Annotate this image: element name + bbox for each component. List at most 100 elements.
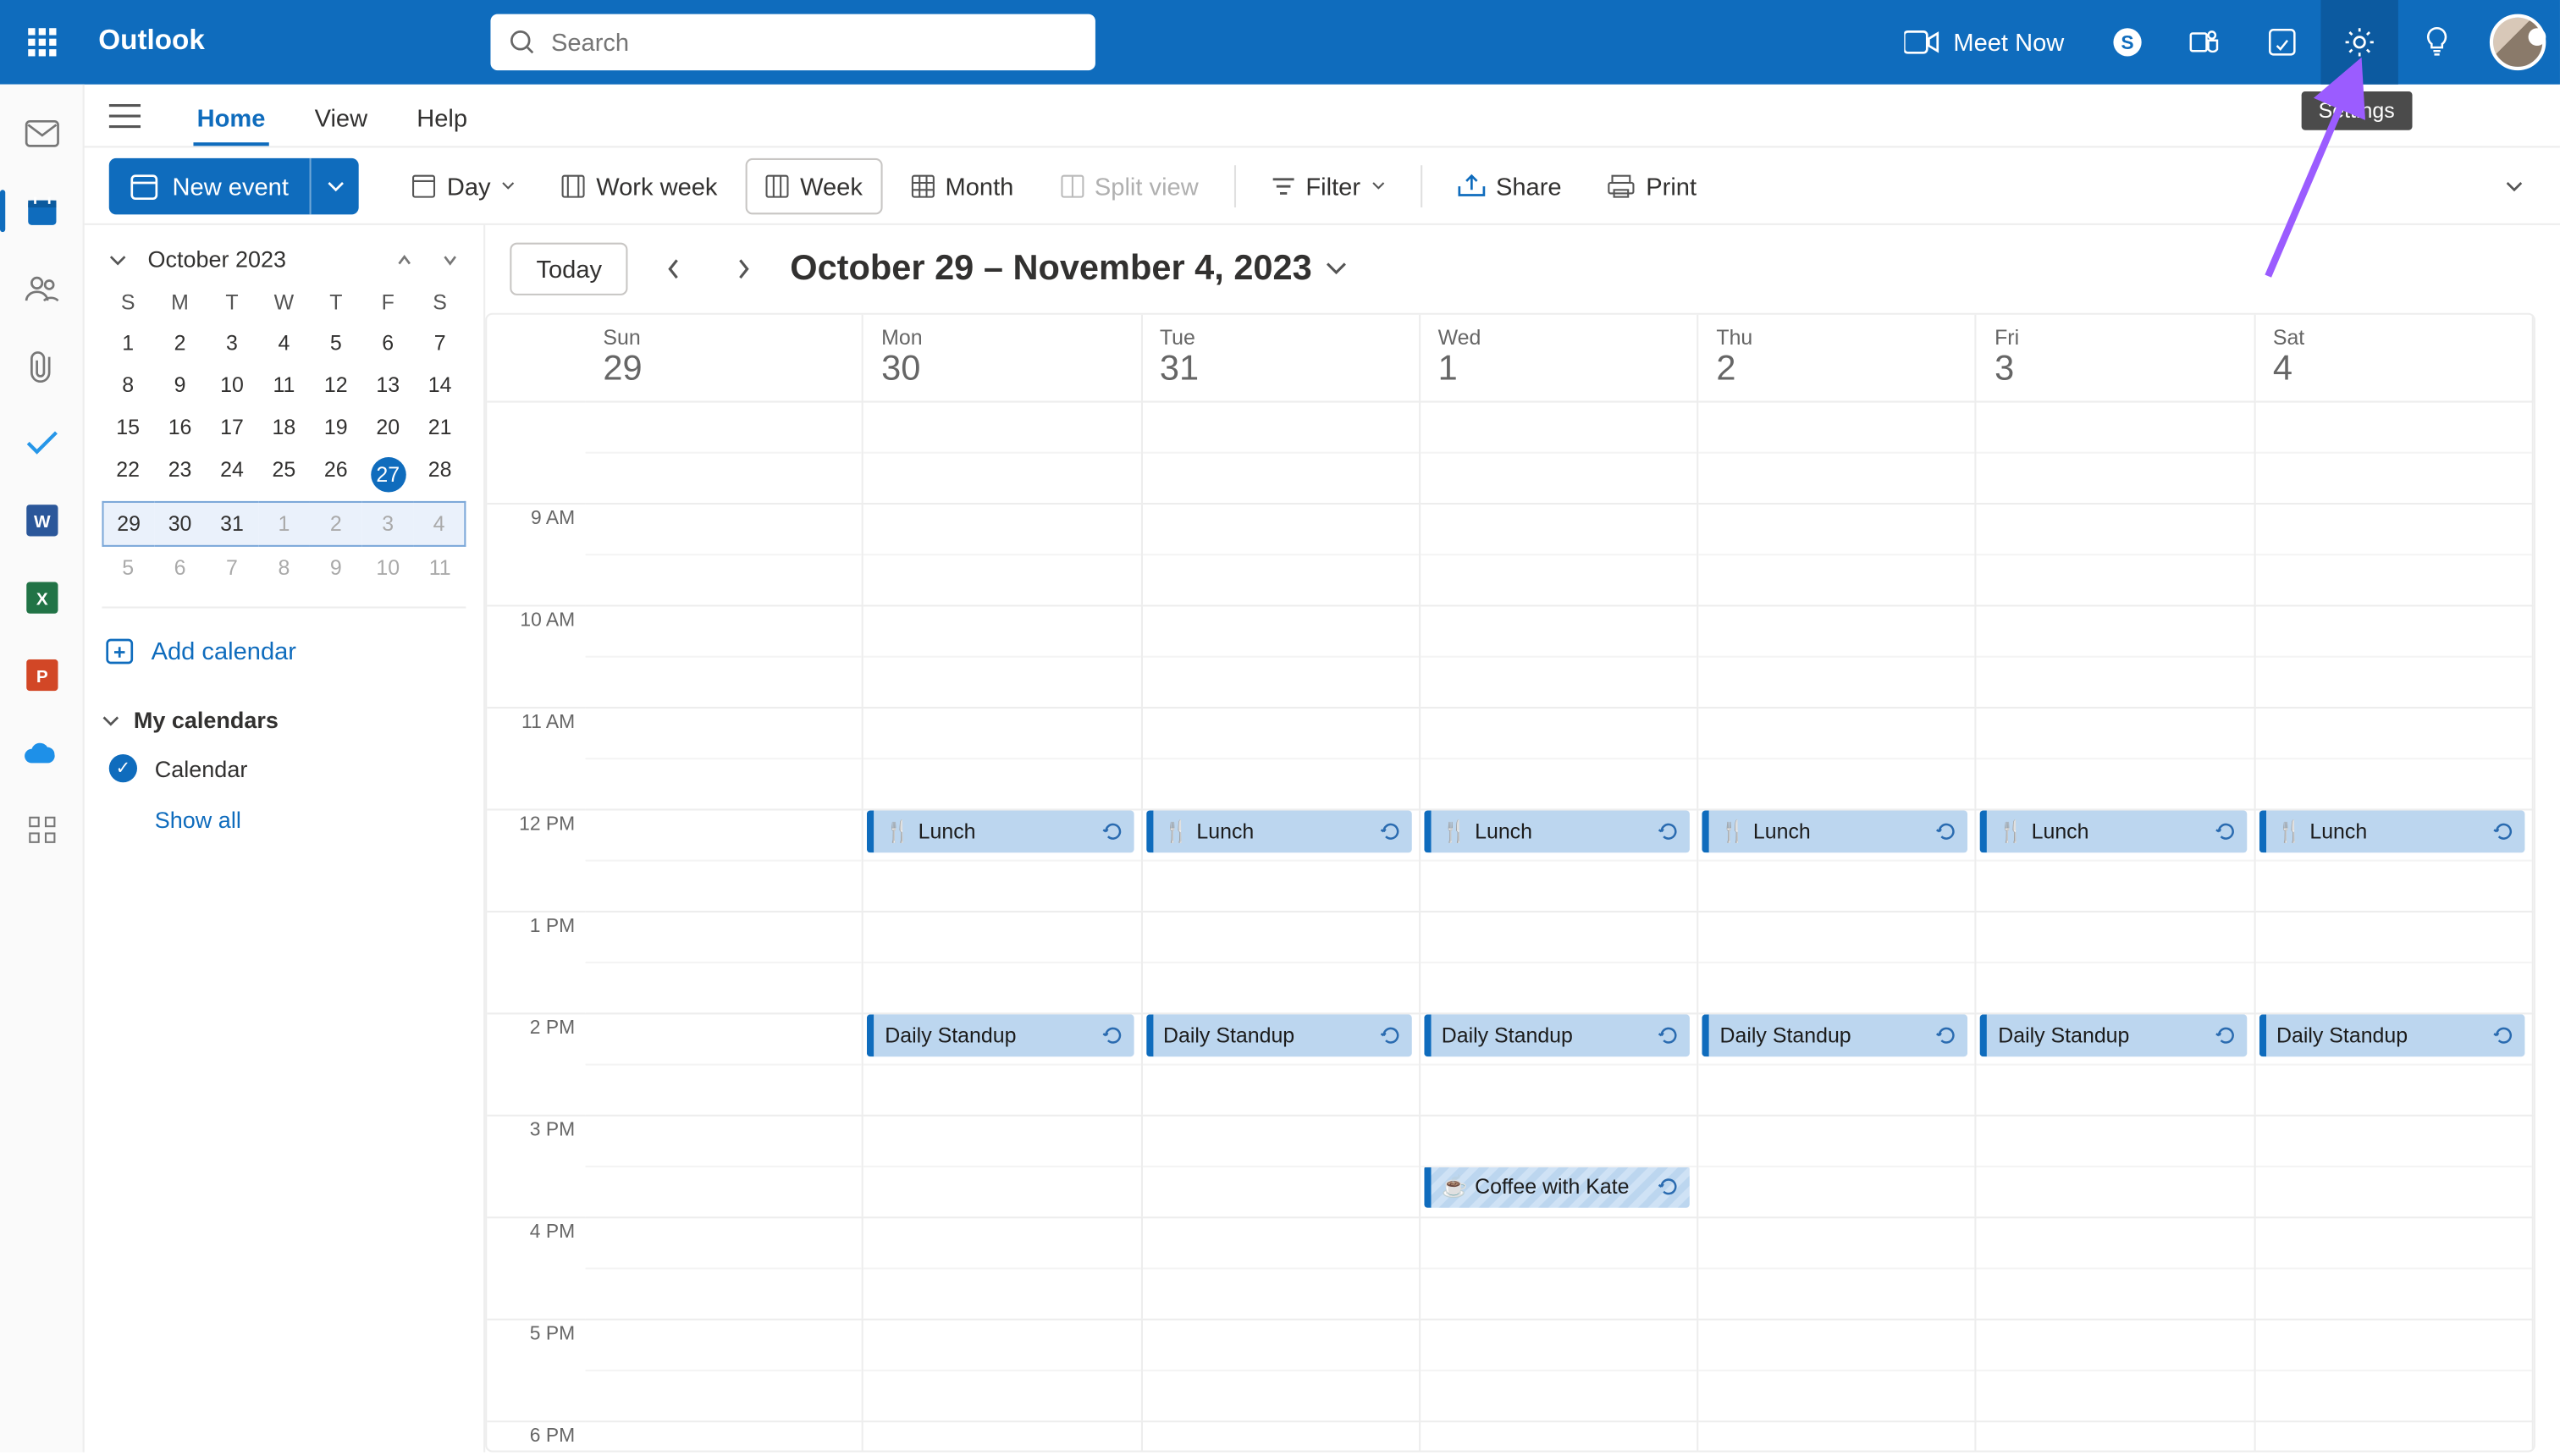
- time-cell[interactable]: [863, 707, 1142, 808]
- search-box[interactable]: [491, 14, 1095, 70]
- time-cell[interactable]: [1977, 911, 2255, 1012]
- mini-day[interactable]: 30: [154, 501, 206, 547]
- time-cell[interactable]: [1142, 1115, 1421, 1216]
- time-cell[interactable]: [2255, 1216, 2534, 1318]
- time-cell[interactable]: [1977, 707, 2255, 808]
- mini-day[interactable]: 24: [206, 449, 257, 501]
- time-cell[interactable]: [1421, 503, 1699, 604]
- day-header[interactable]: Sun29: [586, 315, 864, 401]
- time-cell[interactable]: [863, 1420, 1142, 1450]
- mini-day[interactable]: 6: [362, 322, 414, 364]
- mini-next-button[interactable]: [434, 247, 466, 272]
- time-slots[interactable]: 9 AM10 AM11 AM12 PM🍴Lunch🍴Lunch🍴Lunch🍴Lu…: [487, 401, 2534, 1451]
- today-button[interactable]: Today: [510, 243, 628, 295]
- mini-collapse-button[interactable]: [102, 251, 133, 268]
- mini-day[interactable]: 4: [414, 501, 466, 547]
- time-cell[interactable]: Daily Standup: [1699, 1012, 1978, 1114]
- time-cell[interactable]: 🍴Lunch: [1421, 808, 1699, 910]
- time-cell[interactable]: [1142, 1216, 1421, 1318]
- time-cell[interactable]: [1421, 1319, 1699, 1420]
- time-cell[interactable]: [1421, 911, 1699, 1012]
- time-cell[interactable]: [586, 1420, 864, 1450]
- time-cell[interactable]: [863, 1319, 1142, 1420]
- mini-day[interactable]: 4: [258, 322, 310, 364]
- time-cell[interactable]: 🍴Lunch: [1977, 808, 2255, 910]
- time-cell[interactable]: 🍴Lunch: [2255, 808, 2534, 910]
- rail-people[interactable]: [14, 260, 69, 316]
- mini-day[interactable]: 16: [154, 406, 206, 449]
- time-cell[interactable]: [1142, 401, 1421, 503]
- time-cell[interactable]: [863, 911, 1142, 1012]
- time-cell[interactable]: Daily Standup: [1142, 1012, 1421, 1114]
- time-cell[interactable]: [1977, 401, 2255, 503]
- time-cell[interactable]: [2255, 1420, 2534, 1450]
- calendar-event[interactable]: ☕Coffee with Kate: [1424, 1166, 1690, 1208]
- time-cell[interactable]: [1699, 604, 1978, 706]
- time-cell[interactable]: [1699, 707, 1978, 808]
- day-header[interactable]: Fri3: [1977, 315, 2255, 401]
- new-event-button[interactable]: New event: [109, 171, 310, 199]
- mini-day[interactable]: 15: [102, 406, 153, 449]
- toolbar-overflow-button[interactable]: [2493, 157, 2535, 213]
- view-week-button[interactable]: Week: [746, 157, 882, 213]
- time-cell[interactable]: [1142, 911, 1421, 1012]
- rail-word[interactable]: W: [14, 493, 69, 549]
- rail-mail[interactable]: [14, 106, 69, 162]
- next-week-button[interactable]: [720, 245, 769, 294]
- mini-day[interactable]: 8: [258, 547, 310, 589]
- rail-excel[interactable]: X: [14, 570, 69, 626]
- tab-help[interactable]: Help: [413, 93, 471, 146]
- time-cell[interactable]: [1977, 503, 2255, 604]
- calendar-checkbox[interactable]: ✓: [109, 754, 137, 782]
- time-cell[interactable]: [863, 401, 1142, 503]
- time-cell[interactable]: Daily Standup: [863, 1012, 1142, 1114]
- teams-button[interactable]: [2166, 0, 2243, 85]
- view-month-button[interactable]: Month: [892, 157, 1031, 213]
- time-cell[interactable]: [586, 1012, 864, 1114]
- time-cell[interactable]: [1421, 1420, 1699, 1450]
- account-button[interactable]: [2475, 14, 2560, 70]
- app-launcher-button[interactable]: [0, 0, 85, 85]
- mini-day[interactable]: 5: [310, 322, 361, 364]
- time-cell[interactable]: [1421, 401, 1699, 503]
- mini-day[interactable]: 28: [414, 449, 466, 501]
- day-header[interactable]: Mon30: [863, 315, 1142, 401]
- mini-day[interactable]: 7: [414, 322, 466, 364]
- time-cell[interactable]: [1142, 604, 1421, 706]
- time-cell[interactable]: [586, 401, 864, 503]
- mini-day[interactable]: 1: [102, 322, 153, 364]
- mini-day[interactable]: 17: [206, 406, 257, 449]
- time-cell[interactable]: [586, 604, 864, 706]
- mini-day[interactable]: 21: [414, 406, 466, 449]
- view-workweek-button[interactable]: Work week: [543, 157, 735, 213]
- calendar-event[interactable]: 🍴Lunch: [1702, 810, 1968, 852]
- mini-day[interactable]: 1: [258, 501, 310, 547]
- time-cell[interactable]: [2255, 1319, 2534, 1420]
- time-cell[interactable]: 🍴Lunch: [1142, 808, 1421, 910]
- time-cell[interactable]: Daily Standup: [1421, 1012, 1699, 1114]
- mini-day[interactable]: 3: [206, 322, 257, 364]
- tab-view[interactable]: View: [311, 93, 371, 146]
- time-cell[interactable]: [586, 1115, 864, 1216]
- time-cell[interactable]: [1142, 503, 1421, 604]
- time-cell[interactable]: [586, 503, 864, 604]
- mini-day[interactable]: 11: [258, 364, 310, 406]
- add-calendar-button[interactable]: Add calendar: [102, 626, 466, 675]
- mini-day[interactable]: 11: [414, 547, 466, 589]
- skype-button[interactable]: S: [2088, 0, 2166, 85]
- time-cell[interactable]: [1699, 503, 1978, 604]
- time-cell[interactable]: [1142, 1319, 1421, 1420]
- mini-day[interactable]: 2: [310, 501, 361, 547]
- time-cell[interactable]: [1977, 1420, 2255, 1450]
- time-cell[interactable]: [863, 1115, 1142, 1216]
- calendar-event[interactable]: Daily Standup: [1980, 1014, 2246, 1056]
- time-cell[interactable]: [1142, 707, 1421, 808]
- mini-day[interactable]: 26: [310, 449, 361, 501]
- mini-day[interactable]: 31: [206, 501, 257, 547]
- print-button[interactable]: Print: [1590, 157, 1714, 213]
- mini-day[interactable]: 9: [310, 547, 361, 589]
- new-event-dropdown[interactable]: [310, 157, 359, 213]
- settings-button[interactable]: Settings: [2321, 0, 2398, 85]
- day-header[interactable]: Wed1: [1421, 315, 1699, 401]
- mini-day[interactable]: 3: [362, 501, 414, 547]
